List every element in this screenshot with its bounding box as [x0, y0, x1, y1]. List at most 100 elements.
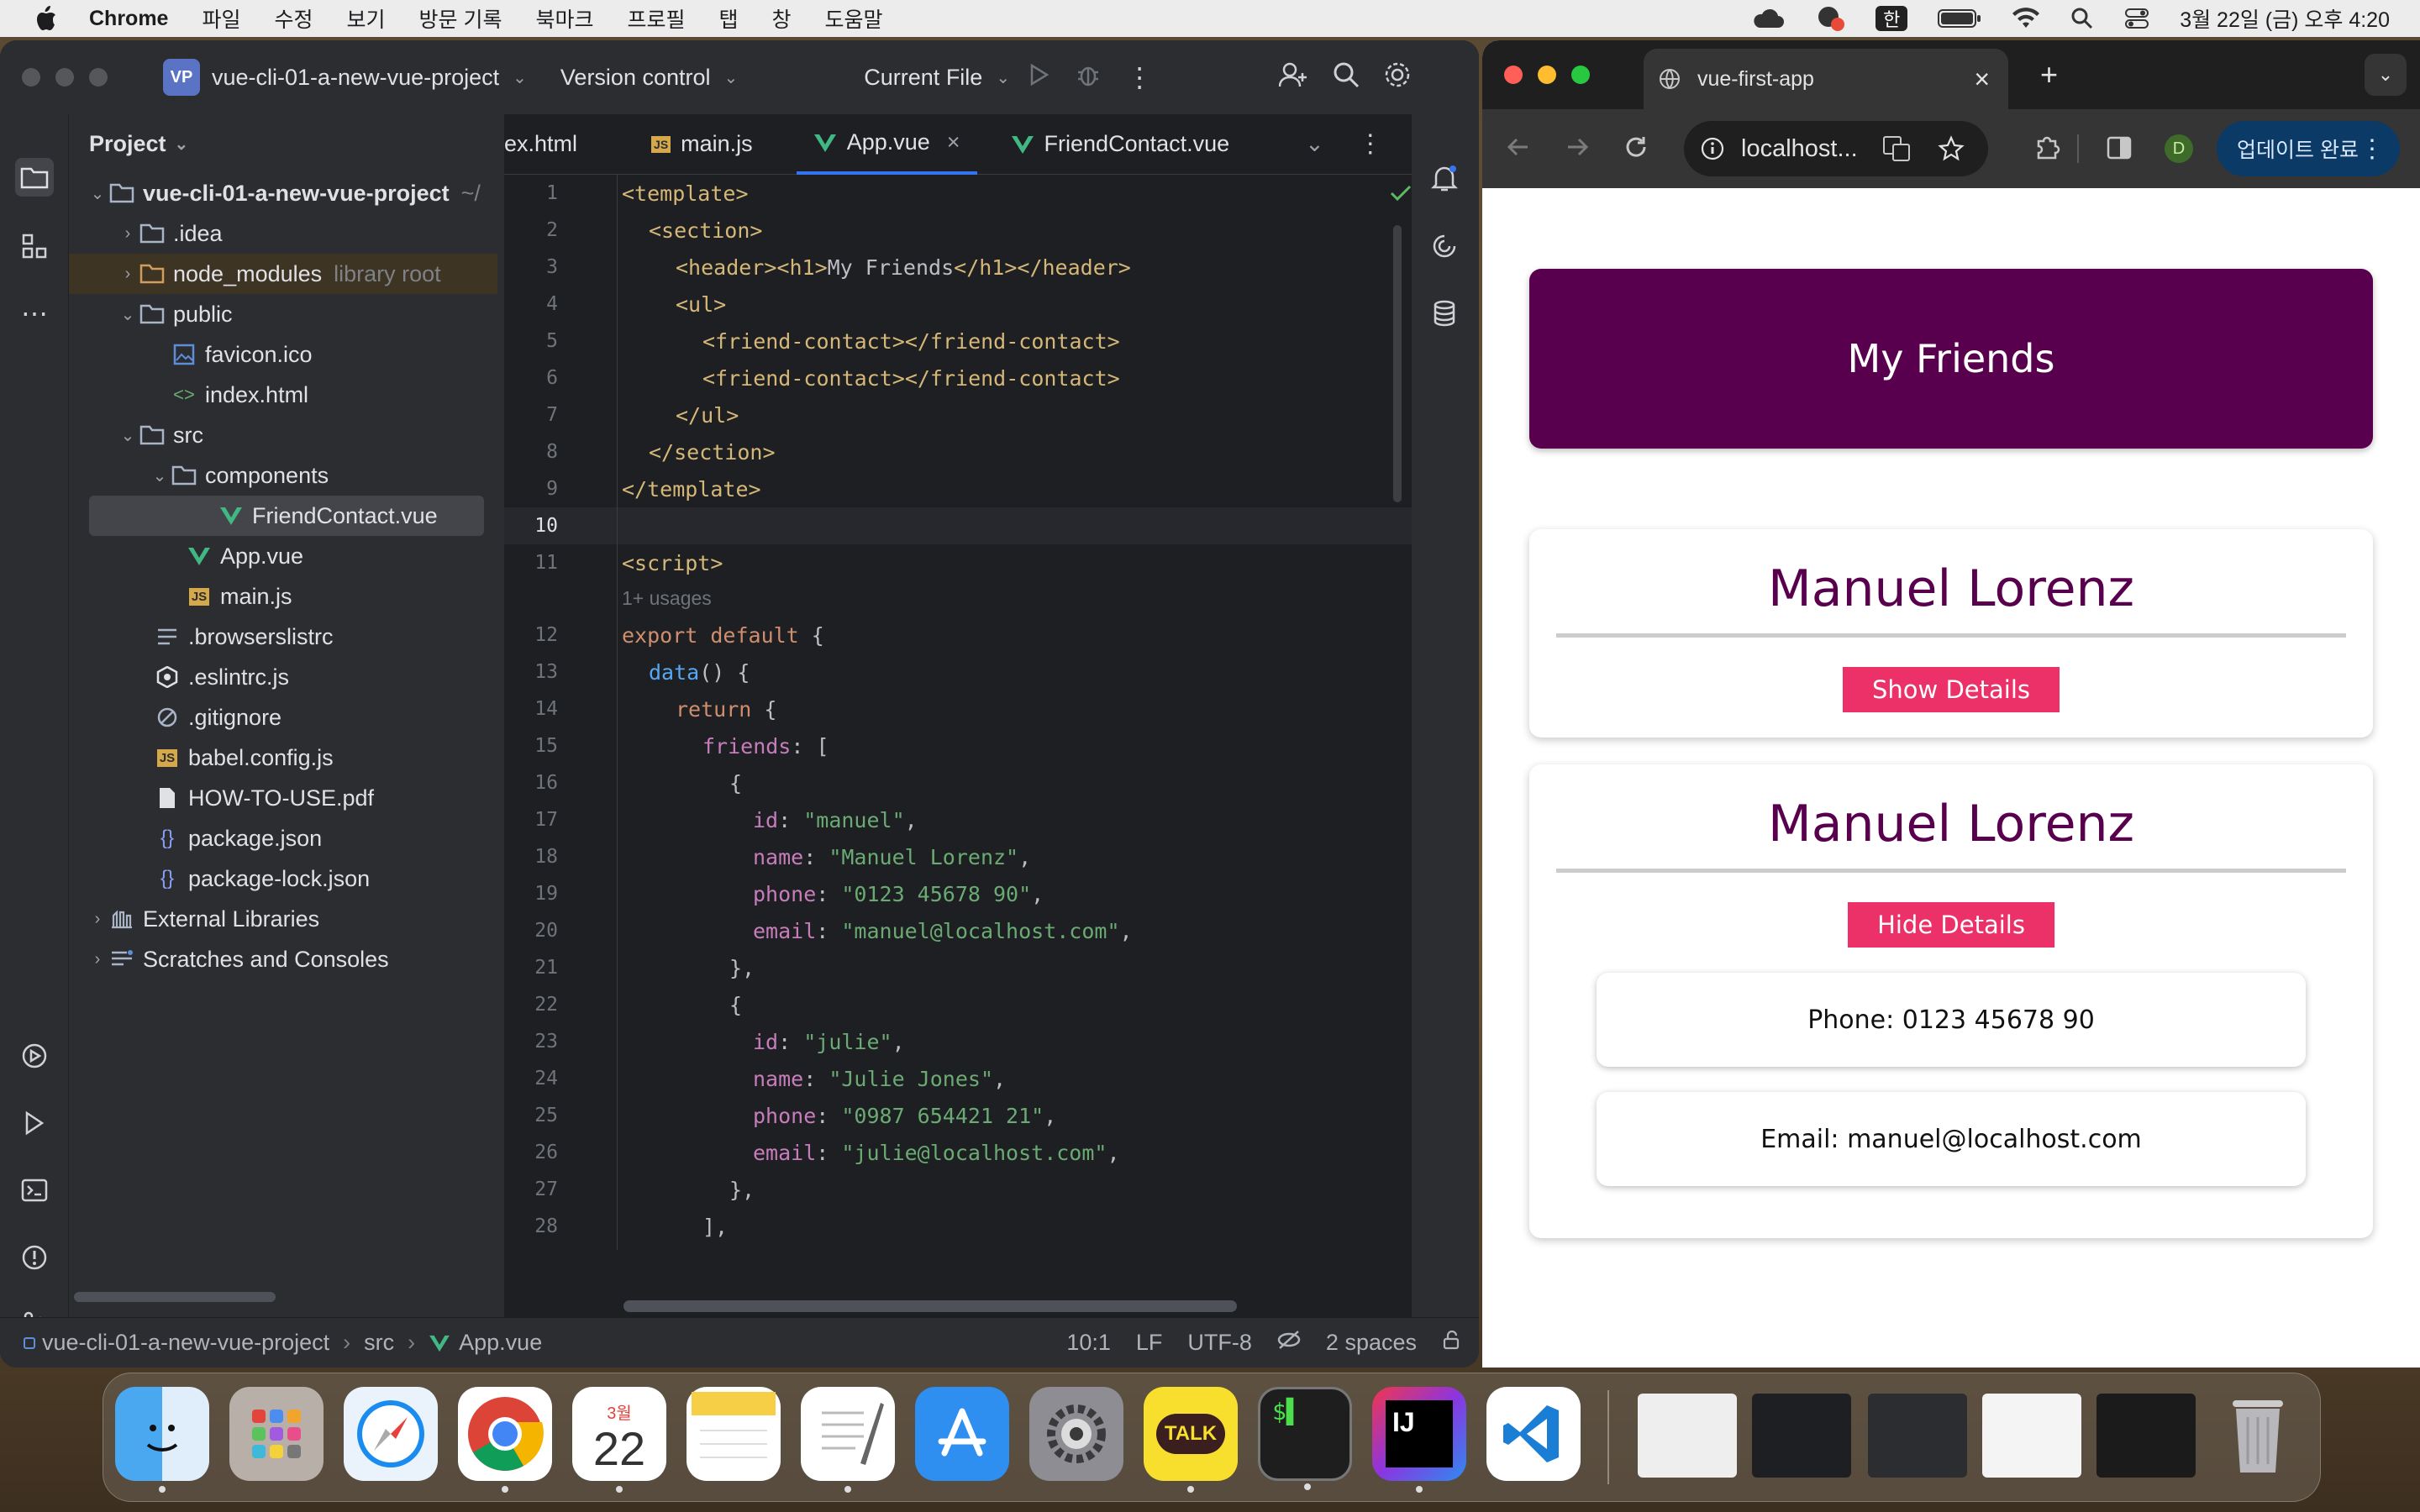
tab-main-js[interactable]: JS main.js — [634, 114, 770, 175]
ai-assistant-icon[interactable] — [1425, 227, 1464, 265]
tab-search-button[interactable]: ⌄ — [2365, 54, 2407, 96]
close-window-button[interactable] — [22, 68, 40, 87]
browser-tab-active[interactable]: vue-first-app × — [1644, 49, 2008, 109]
chrome-icon[interactable] — [458, 1387, 552, 1493]
tree-item-favicon[interactable]: favicon.ico — [69, 334, 497, 375]
tabs-more-icon[interactable]: ⋮ — [1341, 114, 1400, 175]
apple-logo-icon[interactable] — [30, 3, 60, 34]
spotlight-search-icon[interactable] — [2070, 7, 2094, 30]
notifications-bell-icon[interactable] — [1425, 160, 1464, 198]
tree-item-package-lock-json[interactable]: {} package-lock.json — [69, 858, 497, 899]
more-tools-icon[interactable]: ⋯ — [15, 294, 54, 333]
site-info-icon[interactable] — [1701, 137, 1724, 160]
chevron-down-icon[interactable]: ⌄ — [513, 67, 527, 88]
minimized-window-thumbnail[interactable] — [1982, 1394, 2081, 1478]
app-store-icon[interactable] — [915, 1387, 1009, 1481]
tab-friendcontact-vue[interactable]: FriendContact.vue — [994, 114, 1247, 175]
horizontal-scrollbar[interactable] — [74, 1292, 276, 1302]
indent-setting[interactable]: 2 spaces — [1326, 1330, 1417, 1356]
zoom-window-button[interactable] — [1571, 66, 1590, 84]
more-actions-icon[interactable]: ⋮ — [1126, 61, 1153, 93]
tab-app-vue[interactable]: App.vue × — [796, 114, 977, 175]
tree-item-friendcontact-vue[interactable]: FriendContact.vue — [89, 496, 484, 536]
tree-item-main-js[interactable]: JS main.js — [69, 576, 497, 617]
zoom-window-button[interactable] — [89, 68, 108, 87]
code-area[interactable]: 1 <template> 2 <section> 3 <header><h1>My F… — [504, 175, 1412, 1250]
reload-icon[interactable] — [1623, 134, 1649, 164]
menu-history[interactable]: 방문 기록 — [419, 3, 502, 34]
tree-item-package-json[interactable]: {} package.json — [69, 818, 497, 858]
tree-item-babel-config[interactable]: JS babel.config.js — [69, 738, 497, 778]
battery-icon[interactable] — [1938, 8, 1981, 29]
profile-avatar[interactable]: D — [2165, 134, 2193, 163]
run-tool-icon[interactable] — [15, 1104, 54, 1142]
tree-item-scratches[interactable]: › Scratches and Consoles — [69, 939, 497, 979]
extensions-puzzle-icon[interactable] — [2033, 133, 2062, 165]
menu-profiles[interactable]: 프로필 — [627, 3, 685, 34]
launchpad-icon[interactable] — [229, 1387, 324, 1481]
menu-help[interactable]: 도움말 — [825, 3, 883, 34]
editor-horizontal-scrollbar[interactable] — [623, 1300, 1237, 1312]
menu-file[interactable]: 파일 — [202, 3, 240, 34]
notification-app-icon[interactable] — [1815, 4, 1845, 33]
close-window-button[interactable] — [1504, 66, 1523, 84]
menubar-clock[interactable]: 3월 22일 (금) 오후 4:20 — [2180, 3, 2390, 34]
calendar-icon[interactable]: 3월 22 — [572, 1387, 666, 1493]
project-selector[interactable]: vue-cli-01-a-new-vue-project — [212, 65, 499, 91]
trash-icon[interactable] — [2211, 1387, 2305, 1481]
notes-icon[interactable] — [687, 1387, 781, 1481]
chevron-down-icon[interactable]: ⌄ — [724, 67, 739, 88]
wifi-icon[interactable] — [2012, 8, 2040, 29]
bookmark-star-icon[interactable] — [1938, 135, 1965, 162]
vertical-scrollbar[interactable] — [1393, 225, 1402, 502]
textedit-icon[interactable] — [801, 1387, 895, 1493]
breadcrumb-app-vue[interactable]: App.vue — [459, 1330, 542, 1356]
tree-item-gitignore[interactable]: .gitignore — [69, 697, 497, 738]
hide-details-button[interactable]: Hide Details — [1848, 902, 2054, 948]
cloud-icon[interactable] — [1751, 8, 1785, 29]
finder-icon[interactable] — [115, 1387, 209, 1493]
new-tab-button[interactable]: + — [2040, 57, 2058, 92]
tree-item-eslintrc[interactable]: .eslintrc.js — [69, 657, 497, 697]
tree-item-components[interactable]: ⌄ components — [69, 455, 497, 496]
kakaotalk-icon[interactable]: TALK — [1144, 1387, 1238, 1493]
menu-edit[interactable]: 수정 — [274, 3, 313, 34]
project-folder-icon[interactable] — [15, 158, 54, 197]
minimized-window-thumbnail[interactable] — [1638, 1394, 1737, 1478]
terminal-icon[interactable] — [15, 1171, 54, 1210]
intellij-idea-icon[interactable]: IJ — [1372, 1387, 1466, 1493]
safari-icon[interactable] — [344, 1387, 438, 1481]
project-panel-header[interactable]: Project ⌄ — [69, 114, 504, 173]
close-tab-icon[interactable]: × — [947, 129, 960, 155]
tree-item-node-modules[interactable]: › node_modules library root — [69, 254, 497, 294]
tree-item-public[interactable]: ⌄ public — [69, 294, 497, 334]
usages-inlay-hint[interactable]: 1+ usages — [622, 587, 712, 610]
minimized-window-thumbnail[interactable] — [1868, 1394, 1967, 1478]
tree-item-src[interactable]: ⌄ src — [69, 415, 497, 455]
run-config-selector[interactable]: Current File — [864, 65, 982, 91]
tree-item-idea[interactable]: › .idea — [69, 213, 497, 254]
settings-gear-icon[interactable] — [1383, 60, 1412, 95]
menu-view[interactable]: 보기 — [347, 3, 386, 34]
forward-arrow-icon[interactable] — [1565, 134, 1590, 164]
menu-app-name[interactable]: Chrome — [89, 7, 168, 31]
inspection-eye-icon[interactable] — [1277, 1330, 1301, 1356]
debug-icon[interactable] — [1076, 62, 1101, 93]
system-settings-icon[interactable] — [1029, 1387, 1123, 1481]
tree-item-app-vue[interactable]: App.vue — [69, 536, 497, 576]
terminal-app-icon[interactable]: $▌ — [1258, 1387, 1352, 1490]
side-panel-icon[interactable] — [2106, 134, 2133, 165]
minimize-window-button[interactable] — [55, 68, 74, 87]
chevron-down-icon[interactable]: ⌄ — [996, 67, 1010, 88]
tree-item-index-html[interactable]: <> index.html — [69, 375, 497, 415]
database-icon[interactable] — [1425, 294, 1464, 333]
tree-item-external-libraries[interactable]: › External Libraries — [69, 899, 497, 939]
vscode-icon[interactable] — [1486, 1387, 1581, 1481]
services-icon[interactable] — [15, 1037, 54, 1075]
chrome-update-button[interactable]: 업데이트 완료 ⋮ — [2217, 121, 2400, 176]
problems-icon[interactable] — [15, 1238, 54, 1277]
close-tab-icon[interactable]: × — [1974, 64, 1990, 95]
menu-window[interactable]: 창 — [772, 3, 792, 34]
structure-icon[interactable] — [15, 227, 54, 265]
search-icon[interactable] — [1333, 61, 1360, 94]
